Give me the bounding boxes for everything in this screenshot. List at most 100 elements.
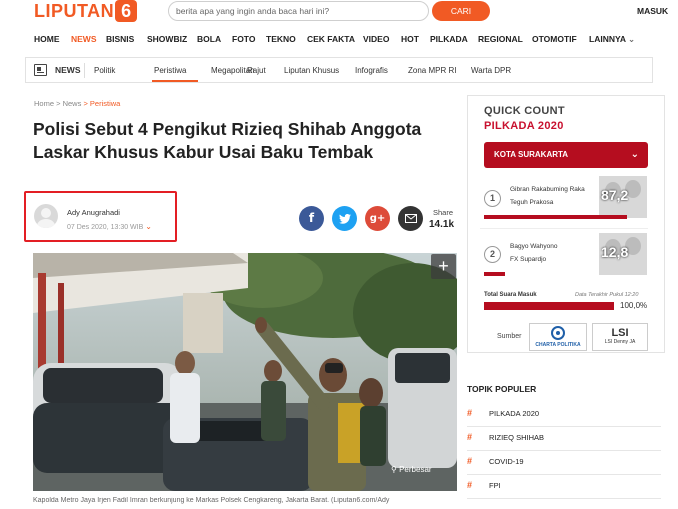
breadcrumb-home[interactable]: Home xyxy=(34,99,54,108)
sub-nav-item-politik[interactable]: Politik xyxy=(94,66,115,75)
list-item[interactable]: # RIZIEQ SHIHAB xyxy=(467,429,661,451)
lsi-mark: LSI xyxy=(611,327,629,339)
list-item[interactable]: # COVID-19 xyxy=(467,453,661,475)
nav-item-regional[interactable]: REGIONAL xyxy=(478,34,523,44)
candidate-number: 2 xyxy=(484,246,501,263)
avatar xyxy=(34,204,58,228)
nav-item-bola[interactable]: BOLA xyxy=(197,34,221,44)
region-dropdown[interactable]: KOTA SURAKARTA ⌄ xyxy=(484,142,648,168)
nav-item-showbiz[interactable]: SHOWBIZ xyxy=(147,34,187,44)
nav-item-otomotif[interactable]: OTOMOTIF xyxy=(532,34,577,44)
expand-plus-icon[interactable]: + xyxy=(431,254,456,279)
source-name: LSI Denny JA xyxy=(604,339,636,345)
search-button[interactable]: CARI xyxy=(432,1,490,21)
sub-nav-section[interactable]: NEWS xyxy=(55,65,81,75)
search-input[interactable]: berita apa yang ingin anda baca hari ini… xyxy=(168,1,429,21)
nav-item-news[interactable]: NEWS xyxy=(71,34,97,44)
chevron-down-icon: ⌄ xyxy=(145,222,152,231)
email-share-icon[interactable] xyxy=(398,206,423,231)
sub-nav-item-liputan-khusus[interactable]: Liputan Khusus xyxy=(284,66,339,75)
nav-item-home[interactable]: HOME xyxy=(34,34,60,44)
lsi-logo: LSI LSI Denny JA xyxy=(592,323,648,351)
nav-item-foto[interactable]: FOTO xyxy=(232,34,255,44)
candidate-name-line: FX Supardjo xyxy=(510,256,547,263)
nav-item-lainnya[interactable]: LAINNYA ⌄ xyxy=(589,34,635,45)
divider xyxy=(480,228,648,229)
active-tab-indicator xyxy=(152,80,198,82)
article-title: Polisi Sebut 4 Pengikut Rizieq Shihab An… xyxy=(33,119,422,162)
topic-label: COVID-19 xyxy=(489,457,524,466)
top-bar: LIPUTAN 6 berita apa yang ingin anda bac… xyxy=(0,0,678,24)
chevron-down-icon: ⌄ xyxy=(625,34,636,44)
candidate-name: Gibran Rakabuming Raka Teguh Prakosa xyxy=(510,183,585,209)
main-nav: HOME NEWS BISNIS SHOWBIZ BOLA FOTO TEKNO… xyxy=(0,30,678,48)
chevron-down-icon: ⌄ xyxy=(630,149,639,160)
candidate-percent-bar xyxy=(484,215,627,219)
hashtag-icon: # xyxy=(467,480,473,490)
logo-text: LIPUTAN xyxy=(34,0,115,21)
breadcrumb: Home > News > Peristiwa xyxy=(34,99,120,108)
author-name[interactable]: Ady Anugrahadi xyxy=(67,208,120,217)
breadcrumb-current[interactable]: Peristiwa xyxy=(90,99,120,108)
charta-politika-logo: CHARTA POLITIKA xyxy=(529,323,587,351)
total-votes-bar xyxy=(484,302,614,310)
source-name: CHARTA POLITIKA xyxy=(535,342,581,348)
login-link[interactable]: MASUK xyxy=(637,6,668,16)
sub-nav-item-peristiwa[interactable]: Peristiwa xyxy=(154,66,186,75)
total-votes-percent: 100,0% xyxy=(620,301,648,310)
sub-nav-item-rajut[interactable]: Rajut xyxy=(247,66,266,75)
nav-item-bisnis[interactable]: BISNIS xyxy=(106,34,134,44)
sub-nav-item-warta-dpr[interactable]: Warta DPR xyxy=(471,66,511,75)
share-label: Share xyxy=(433,208,454,217)
google-plus-share-icon[interactable]: g+ xyxy=(365,206,390,231)
nav-item-video[interactable]: VIDEO xyxy=(363,34,389,44)
enlarge-label: Perbesar xyxy=(399,465,432,474)
popular-topics-title: TOPIK POPULER xyxy=(467,384,537,394)
list-item[interactable]: # PILKADA 2020 xyxy=(467,405,661,427)
facebook-share-icon[interactable]: f xyxy=(299,206,324,231)
site-logo[interactable]: LIPUTAN 6 xyxy=(34,0,138,22)
breadcrumb-news[interactable]: News xyxy=(63,99,82,108)
enlarge-button[interactable]: ⚲ Perbesar xyxy=(391,465,432,474)
quick-count-panel xyxy=(467,95,665,353)
nav-item-cek-fakta[interactable]: CEK FAKTA xyxy=(307,34,355,44)
candidate-name: Bagyo Wahyono FX Supardjo xyxy=(510,240,557,266)
candidate-number: 1 xyxy=(484,190,501,207)
divider xyxy=(84,63,85,78)
newspaper-icon xyxy=(34,64,47,76)
article-photo[interactable] xyxy=(33,253,457,491)
topic-label: RIZIEQ SHIHAB xyxy=(489,433,545,442)
last-update: Data Terakhir Pukul 12:20 xyxy=(575,292,639,298)
nav-item-tekno[interactable]: TEKNO xyxy=(266,34,296,44)
nav-item-lainnya-label: LAINNYA xyxy=(589,34,626,44)
magnifier-icon: ⚲ xyxy=(391,465,397,474)
hashtag-icon: # xyxy=(467,432,473,442)
publish-date[interactable]: 07 Des 2020, 13:30 WIB ⌄ xyxy=(67,222,152,231)
nav-item-hot[interactable]: HOT xyxy=(401,34,419,44)
topic-label: FPI xyxy=(489,481,501,490)
logo-number: 6 xyxy=(115,0,138,22)
region-dropdown-label: KOTA SURAKARTA xyxy=(494,150,569,159)
publish-date-text: 07 Des 2020, 13:30 WIB xyxy=(67,224,144,231)
sub-nav-item-zona-mpr[interactable]: Zona MPR RI xyxy=(408,66,456,75)
share-count: 14.1k xyxy=(429,219,455,230)
candidate-name-line: Bagyo Wahyono xyxy=(510,243,558,250)
sub-nav-item-infografis[interactable]: Infografis xyxy=(355,66,388,75)
candidate-name-line: Gibran Rakabuming Raka xyxy=(510,186,585,193)
candidate-percent: 87,2 xyxy=(601,187,629,203)
candidate-name-line: Teguh Prakosa xyxy=(510,199,554,206)
quick-count-subtitle: PILKADA 2020 xyxy=(484,120,564,132)
hashtag-icon: # xyxy=(467,408,473,418)
total-votes-label: Total Suara Masuk xyxy=(484,292,537,298)
sub-nav: NEWS Politik Peristiwa Megapolitan Rajut… xyxy=(25,57,653,83)
twitter-share-icon[interactable] xyxy=(332,206,357,231)
list-item[interactable]: # FPI xyxy=(467,477,661,499)
nav-item-pilkada[interactable]: PILKADA xyxy=(430,34,468,44)
topic-label: PILKADA 2020 xyxy=(489,409,540,418)
candidate-percent: 12,8 xyxy=(601,244,629,260)
quick-count-title: QUICK COUNT xyxy=(484,105,565,117)
source-label: Sumber xyxy=(497,333,522,340)
candidate-percent-bar xyxy=(484,272,505,276)
hashtag-icon: # xyxy=(467,456,473,466)
photo-caption: Kapolda Metro Jaya Irjen Fadil Imran ber… xyxy=(33,497,390,504)
